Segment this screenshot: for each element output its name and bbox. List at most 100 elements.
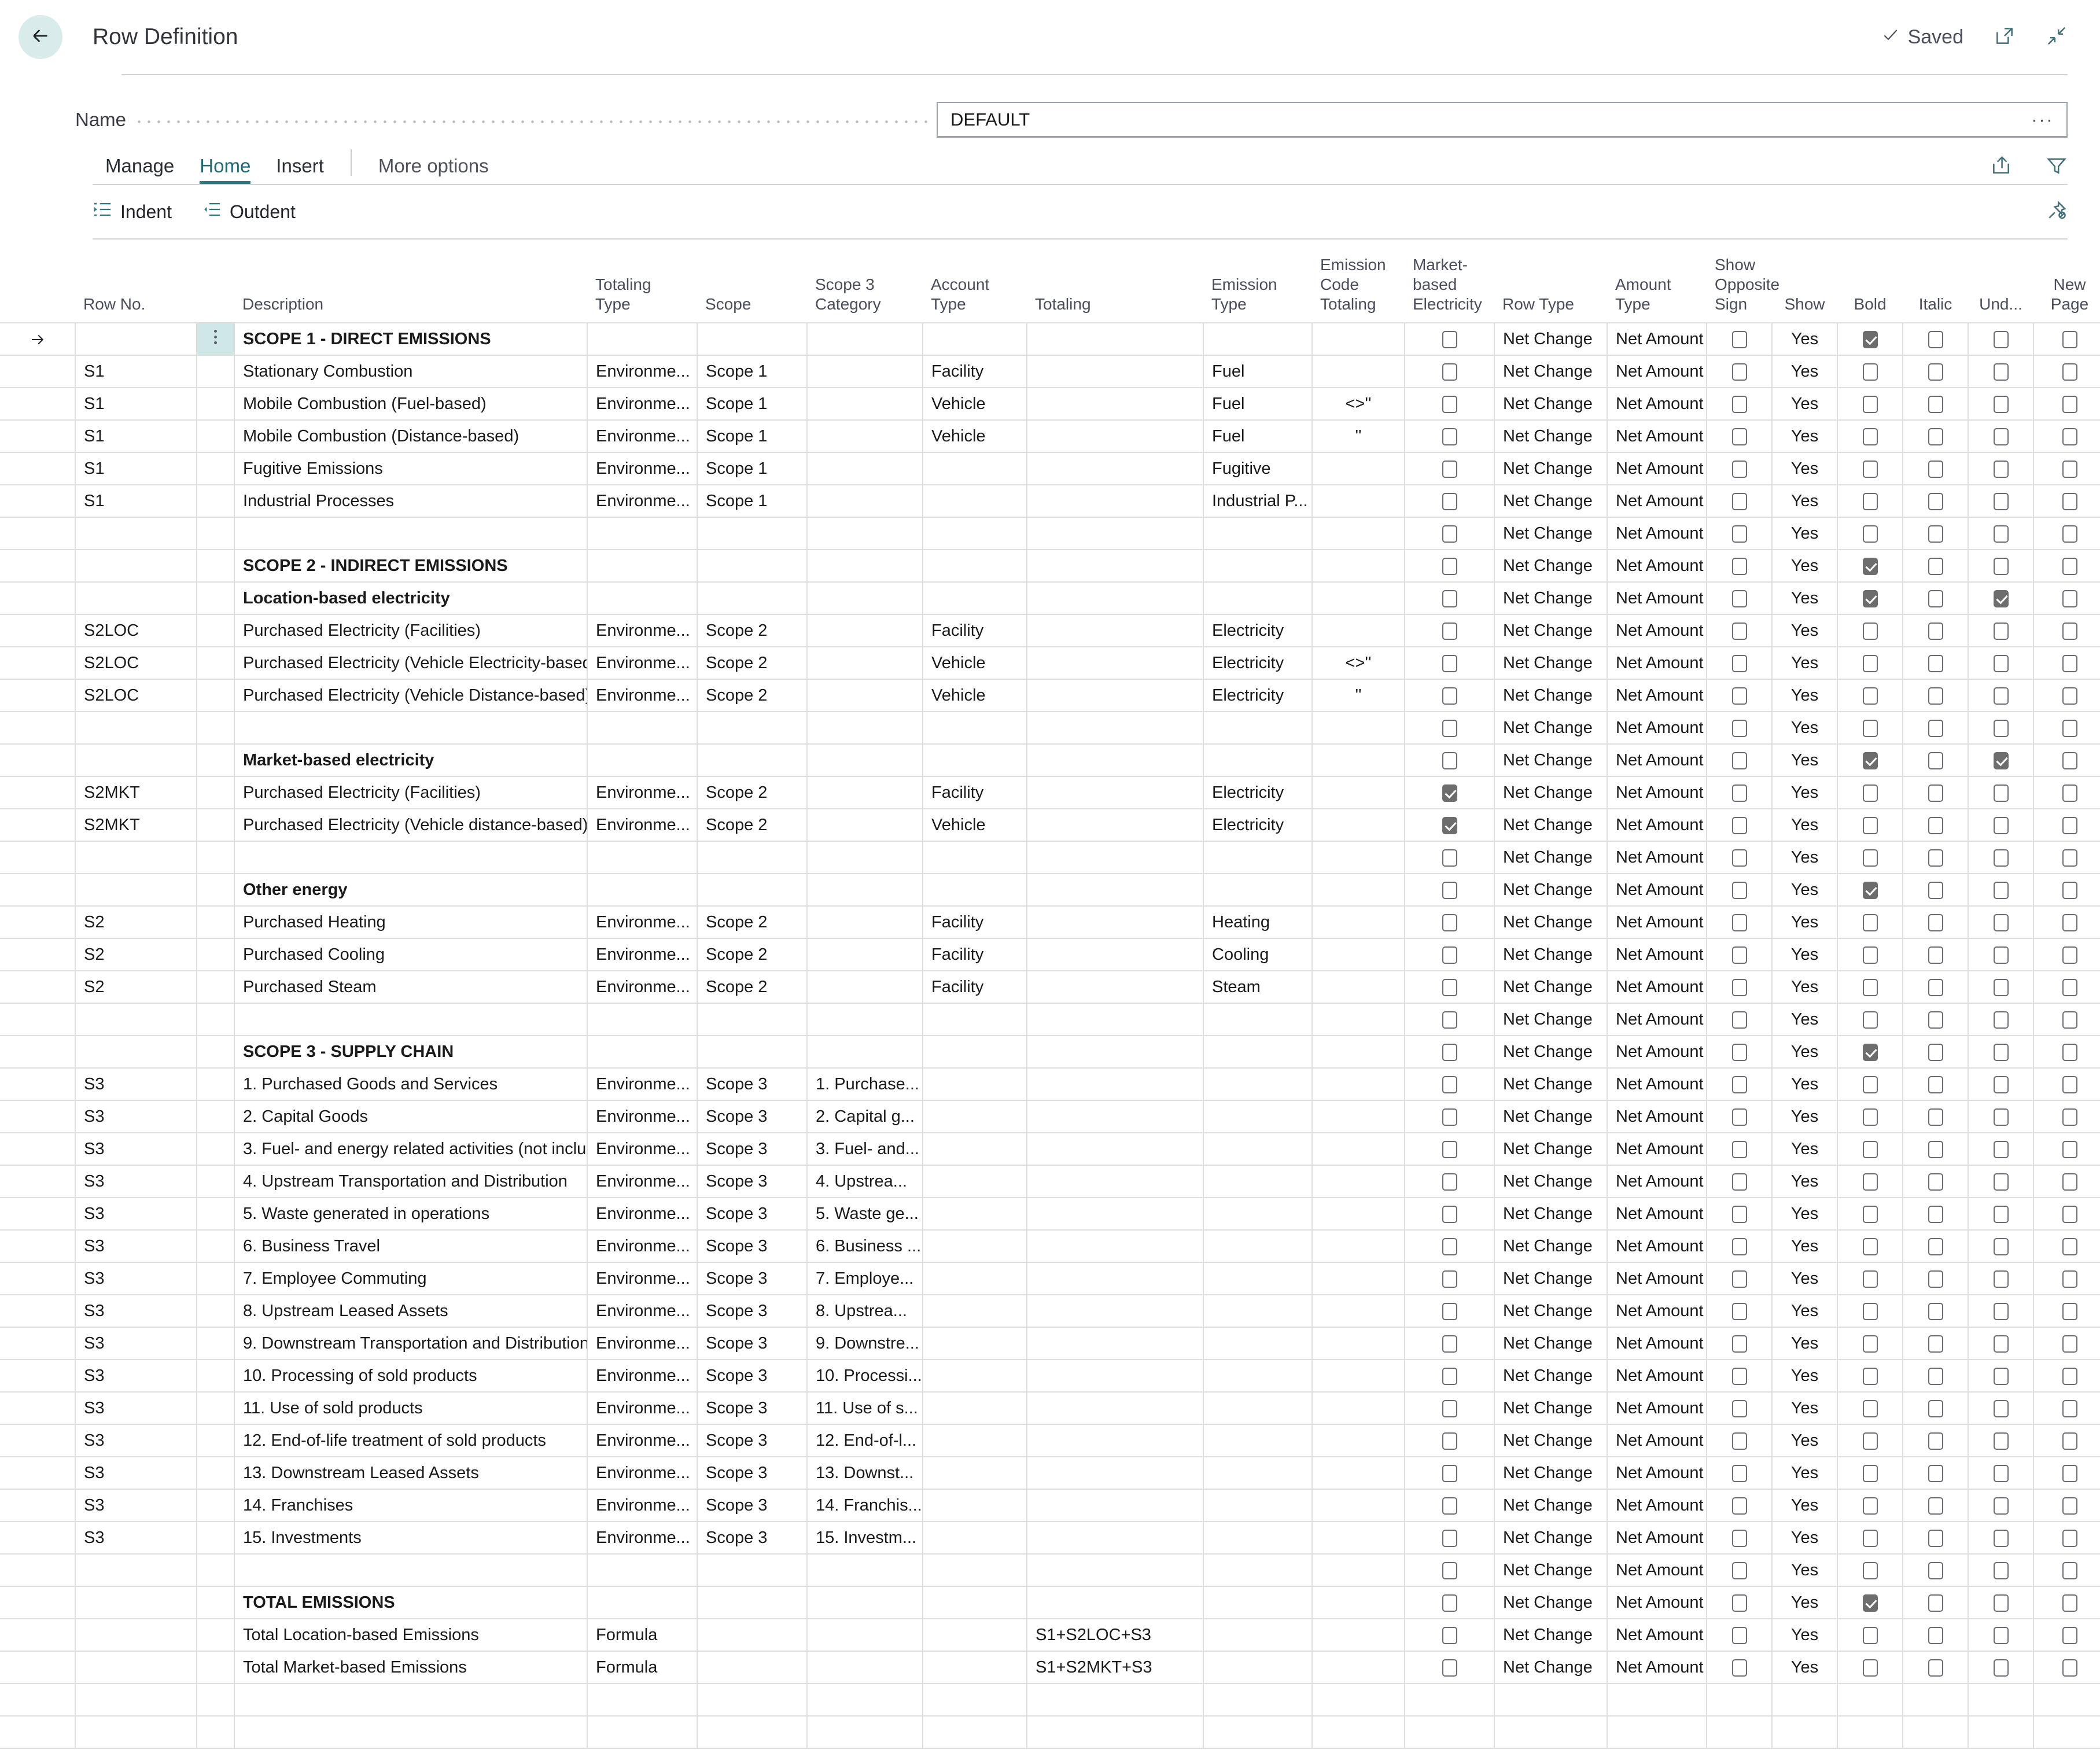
bold-checkbox[interactable] — [1862, 849, 1878, 867]
cell-totaling-type[interactable]: Formula — [587, 1619, 698, 1652]
cell-italic[interactable] — [1903, 1457, 1969, 1490]
cell-account-type[interactable] — [923, 550, 1027, 583]
table-row[interactable]: Other energy Net Change Net Amount Yes — [0, 874, 2100, 907]
underline-checkbox[interactable] — [1993, 460, 2009, 478]
cell-show[interactable]: Yes — [1772, 582, 1838, 615]
bold-checkbox[interactable] — [1862, 1075, 1878, 1093]
cell-emission-code-totaling[interactable] — [1312, 1003, 1405, 1036]
cell-underline[interactable] — [1968, 841, 2034, 874]
cell-show-opposite-sign[interactable] — [1707, 971, 1773, 1004]
row-menu-handle[interactable] — [197, 1457, 235, 1490]
cell-emission-code-totaling[interactable] — [1312, 1522, 1405, 1555]
show-opposite-sign-checkbox[interactable] — [1731, 1237, 1747, 1255]
bold-checkbox[interactable] — [1862, 1011, 1878, 1029]
cell-italic[interactable] — [1903, 712, 1969, 745]
cell-show-opposite-sign[interactable] — [1707, 550, 1773, 583]
cell-bold[interactable] — [1837, 452, 1903, 485]
cell-emission-type[interactable] — [1203, 1165, 1313, 1198]
table-row[interactable]: Location-based electricity Net Change Net … — [0, 582, 2100, 615]
show-opposite-sign-checkbox[interactable] — [1731, 719, 1747, 737]
cell-scope[interactable] — [697, 322, 808, 356]
cell-amount-type[interactable]: Net Amount — [1607, 1003, 1707, 1036]
col-header-italic[interactable]: Italic — [1903, 250, 1968, 323]
cell-totaling[interactable] — [1027, 1230, 1204, 1263]
cell-show-opposite-sign[interactable] — [1707, 1457, 1773, 1490]
cell-emission-type[interactable] — [1203, 1392, 1313, 1425]
cell-account-type[interactable]: Vehicle — [923, 809, 1027, 842]
cell-show[interactable]: Yes — [1772, 1586, 1838, 1619]
new-page-checkbox[interactable] — [2062, 1594, 2077, 1612]
row-menu-handle[interactable] — [197, 355, 235, 388]
cell-row-type[interactable]: Net Change — [1494, 1133, 1608, 1166]
cell-row-type[interactable]: Net Change — [1494, 420, 1608, 453]
cell-row-type[interactable]: Net Change — [1494, 1295, 1608, 1328]
cell-totaling[interactable] — [1027, 679, 1204, 712]
cell-italic[interactable] — [1903, 679, 1969, 712]
cell-description[interactable]: Purchased Heating — [234, 906, 588, 939]
cell-amount-type[interactable]: Net Amount — [1607, 1036, 1707, 1069]
cell-italic[interactable] — [1903, 1165, 1969, 1198]
cell-show-opposite-sign[interactable] — [1707, 874, 1773, 907]
cell-emission-code-totaling[interactable] — [1312, 582, 1405, 615]
cell-description[interactable]: Mobile Combustion (Fuel-based) — [234, 388, 588, 421]
cell-italic[interactable] — [1903, 1133, 1969, 1166]
show-opposite-sign-checkbox[interactable] — [1731, 881, 1747, 899]
cell-show[interactable]: Yes — [1772, 388, 1838, 421]
cell-show-opposite-sign[interactable] — [1707, 744, 1773, 777]
cell-row-no[interactable]: S3 — [75, 1327, 197, 1360]
cell-scope3-category[interactable] — [807, 938, 923, 971]
cell-emission-type[interactable] — [1203, 1036, 1313, 1069]
cell-totaling[interactable] — [1027, 1522, 1204, 1555]
cell-market-based-electricity[interactable] — [1405, 809, 1495, 842]
cell-scope[interactable] — [697, 1716, 808, 1749]
market-based-electricity-checkbox[interactable] — [1442, 881, 1457, 899]
market-based-electricity-checkbox[interactable] — [1442, 654, 1457, 672]
show-opposite-sign-checkbox[interactable] — [1731, 492, 1747, 510]
italic-checkbox[interactable] — [1928, 1205, 1943, 1223]
cell-scope[interactable] — [697, 1651, 808, 1684]
underline-checkbox[interactable] — [1993, 1043, 2009, 1061]
cell-market-based-electricity[interactable] — [1405, 1554, 1495, 1587]
cell-amount-type[interactable] — [1607, 1716, 1707, 1749]
underline-checkbox[interactable] — [1993, 1270, 2009, 1288]
italic-checkbox[interactable] — [1928, 1529, 1943, 1547]
cell-show[interactable]: Yes — [1772, 1619, 1838, 1652]
cell-totaling[interactable] — [1027, 582, 1204, 615]
italic-checkbox[interactable] — [1928, 1626, 1943, 1644]
cell-amount-type[interactable]: Net Amount — [1607, 971, 1707, 1004]
cell-account-type[interactable]: Facility — [923, 906, 1027, 939]
cell-show-opposite-sign[interactable] — [1707, 517, 1773, 550]
cell-amount-type[interactable]: Net Amount — [1607, 1068, 1707, 1101]
italic-checkbox[interactable] — [1928, 1335, 1943, 1353]
table-row[interactable]: S3 5. Waste generated in operations Enviro… — [0, 1198, 2100, 1231]
col-header-new-page[interactable]: New Page — [2033, 250, 2100, 323]
bold-checkbox[interactable] — [1862, 1529, 1878, 1547]
cell-emission-type[interactable] — [1203, 1360, 1313, 1393]
cell-description[interactable]: SCOPE 2 - INDIRECT EMISSIONS — [234, 550, 588, 583]
show-opposite-sign-checkbox[interactable] — [1731, 1497, 1747, 1515]
cell-show-opposite-sign[interactable] — [1707, 1165, 1773, 1198]
cell-show-opposite-sign[interactable] — [1707, 1424, 1773, 1457]
cell-show-opposite-sign[interactable] — [1707, 1684, 1773, 1717]
cell-totaling[interactable] — [1027, 1165, 1204, 1198]
row-menu-handle[interactable] — [197, 517, 235, 550]
cell-bold[interactable] — [1837, 1522, 1903, 1555]
show-opposite-sign-checkbox[interactable] — [1731, 1529, 1747, 1547]
new-page-checkbox[interactable] — [2062, 1367, 2077, 1385]
more-options-button[interactable]: More options — [366, 155, 502, 184]
row-menu-handle[interactable] — [197, 485, 235, 518]
cell-scope[interactable]: Scope 3 — [697, 1360, 808, 1393]
cell-new-page[interactable] — [2033, 1133, 2100, 1166]
cell-emission-code-totaling[interactable] — [1312, 322, 1405, 356]
show-opposite-sign-checkbox[interactable] — [1731, 590, 1747, 607]
cell-underline[interactable] — [1968, 1651, 2034, 1684]
table-row[interactable]: S1 Mobile Combustion (Distance-based) Envi… — [0, 420, 2100, 453]
cell-show-opposite-sign[interactable] — [1707, 1619, 1773, 1652]
row-menu-handle[interactable] — [197, 1716, 235, 1749]
cell-scope[interactable] — [697, 1684, 808, 1717]
cell-row-type[interactable]: Net Change — [1494, 1262, 1608, 1295]
table-row[interactable]: S2MKT Purchased Electricity (Facilities) E… — [0, 776, 2100, 809]
cell-row-no[interactable]: S2LOC — [75, 614, 197, 647]
cell-bold[interactable] — [1837, 614, 1903, 647]
cell-emission-code-totaling[interactable] — [1312, 517, 1405, 550]
